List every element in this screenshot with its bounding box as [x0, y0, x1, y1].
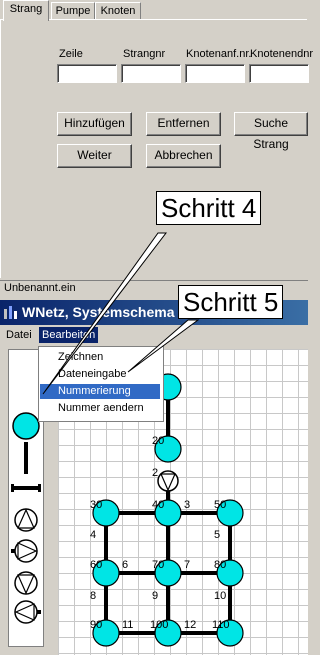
node-number: 60 [90, 559, 103, 571]
pipe-number: 3 [184, 499, 191, 511]
tab-strang[interactable]: Strang [3, 0, 49, 21]
bearbeiten-dropdown: Zeichnen Dateneingabe Nummerierung Numme… [38, 346, 164, 422]
pipe-number: 12 [184, 619, 197, 631]
menu-bearbeiten[interactable]: Bearbeiten [39, 327, 99, 343]
knotenend-label: Knotenendnr [250, 48, 313, 60]
node-number: 40 [152, 499, 165, 511]
menu-item-dateneingabe[interactable]: Dateneingabe [40, 367, 160, 382]
entfernen-button[interactable]: Entfernen [146, 112, 221, 136]
tab-pumpe[interactable]: Pumpe [51, 2, 95, 20]
strangnr-label: Strangnr [123, 48, 166, 60]
pipe-horizontal-icon[interactable] [11, 484, 41, 492]
weiter-button[interactable]: Weiter [57, 144, 132, 168]
abbrechen-button[interactable]: Abbrechen [146, 144, 221, 168]
node-circle-icon[interactable] [12, 412, 40, 440]
menu-item-nummerierung[interactable]: Nummerierung [40, 384, 160, 399]
systemschema-window: WNetz, Systemschema Datei Bearbeiten Zei… [0, 300, 308, 655]
tab-knoten[interactable]: Knoten [95, 2, 141, 20]
pipe-vertical-icon[interactable] [24, 442, 28, 474]
app-icon [4, 306, 17, 319]
strang-dialog: Strang Pumpe Knoten Zeile Strangnr Knote… [0, 0, 313, 296]
zeile-field[interactable] [57, 64, 117, 83]
menu-bar: Datei Bearbeiten [0, 325, 308, 345]
pipe-number: 6 [122, 559, 129, 571]
node-number: 110 [212, 619, 230, 631]
knotenanf-label: Knotenanf.nr. [186, 48, 252, 60]
menu-datei[interactable]: Datei [3, 327, 35, 343]
knotenanf-field[interactable] [185, 64, 245, 83]
suche-strang-button[interactable]: Suche Strang [234, 112, 308, 151]
menu-item-nummer-aendern[interactable]: Nummer aendern [40, 401, 160, 416]
pipe-number: 9 [152, 590, 159, 602]
window-title: WNetz, Systemschema [22, 304, 175, 320]
tab-panel: Zeile Strangnr Knotenanf.nr. Knotenendnr… [0, 19, 313, 278]
callout-schritt-4: Schritt 4 [156, 191, 262, 225]
pipe-number: 10 [214, 590, 227, 602]
callout-schritt-5: Schritt 5 [178, 285, 284, 319]
pipe-number: 5 [214, 529, 221, 541]
pump-down-icon[interactable] [14, 571, 38, 595]
pump-up-icon[interactable] [14, 508, 38, 532]
zeile-label: Zeile [59, 48, 83, 60]
pipe-number: 8 [90, 590, 97, 602]
node-number: 90 [90, 619, 103, 631]
menu-item-zeichnen[interactable]: Zeichnen [40, 350, 160, 365]
node-number: 30 [90, 499, 103, 511]
node-number: 100 [150, 619, 169, 631]
node-number: 50 [214, 499, 227, 511]
knotenend-field[interactable] [249, 64, 309, 83]
pump-symbol[interactable] [157, 470, 179, 492]
node-number: 70 [152, 559, 165, 571]
pipe-number: 2 [152, 467, 159, 479]
pipe-number: 7 [184, 559, 191, 571]
node-number: 20 [152, 435, 165, 447]
pipe-number: 4 [90, 529, 97, 541]
node-number: 80 [214, 559, 227, 571]
hinzufuegen-button[interactable]: Hinzufügen [57, 112, 132, 136]
pipe-number: 11 [122, 619, 134, 631]
strangnr-field[interactable] [121, 64, 181, 83]
pump-left-icon[interactable] [14, 600, 41, 624]
pump-right-icon[interactable] [11, 539, 38, 563]
